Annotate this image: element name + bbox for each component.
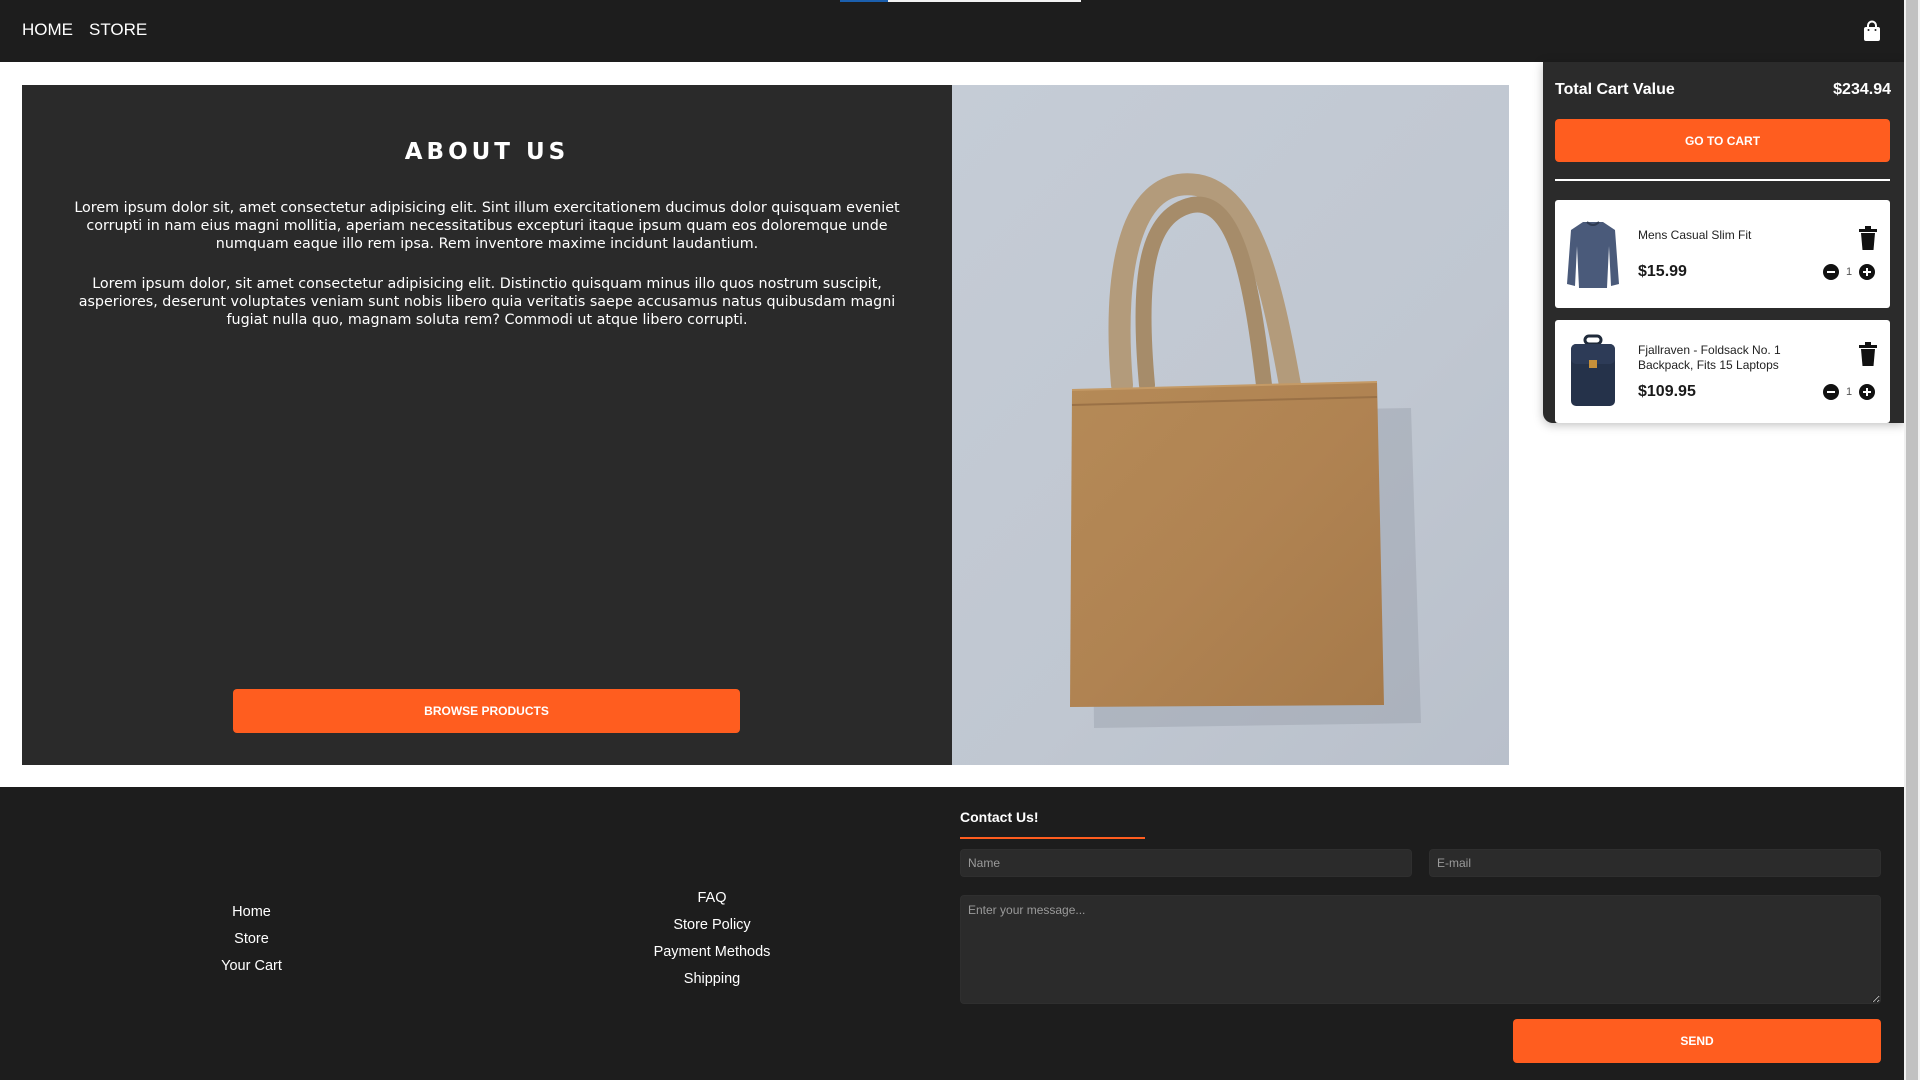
page-scrollbar[interactable]	[1904, 0, 1920, 1080]
footer-link-payment-methods[interactable]: Payment Methods	[512, 939, 912, 966]
tote-bag-image	[952, 85, 1509, 765]
browse-products-button[interactable]: BROWSE PRODUCTS	[233, 689, 740, 733]
about-paragraph-2: Lorem ipsum dolor, sit amet consectetur …	[78, 276, 896, 328]
page-progress-bar	[840, 0, 1081, 2]
contact-title: Contact Us!	[960, 809, 1039, 825]
footer: Home Store Your Cart FAQ Store Policy Pa…	[0, 787, 1904, 1080]
top-navbar: HOME STORE	[0, 0, 1904, 62]
minus-icon[interactable]	[1823, 264, 1839, 280]
about-section: ABOUT US Lorem ipsum dolor sit, amet con…	[22, 85, 952, 765]
email-input[interactable]	[1429, 849, 1881, 877]
footer-link-home[interactable]: Home	[0, 899, 503, 926]
footer-link-store[interactable]: Store	[0, 926, 503, 953]
quantity-stepper: 1	[1823, 264, 1875, 280]
cart-item: Fjallraven - Foldsack No. 1 Backpack, Fi…	[1555, 320, 1890, 423]
shopping-bag-icon[interactable]	[1861, 20, 1883, 42]
cart-total-label: Total Cart Value	[1555, 81, 1675, 98]
shirt-thumbnail	[1565, 216, 1621, 292]
plus-icon[interactable]	[1859, 264, 1875, 280]
quantity-value: 1	[1845, 386, 1853, 398]
nav-links: HOME STORE	[22, 20, 147, 40]
nav-store-link[interactable]: STORE	[89, 20, 147, 40]
nav-home-link[interactable]: HOME	[22, 20, 73, 40]
go-to-cart-button[interactable]: GO TO CART	[1555, 119, 1890, 162]
cart-dropdown: Total Cart Value $234.94 GO TO CART Mens…	[1543, 62, 1904, 423]
send-button[interactable]: SEND	[1513, 1019, 1881, 1063]
footer-link-store-policy[interactable]: Store Policy	[512, 912, 912, 939]
cart-total-value: $234.94	[1833, 81, 1891, 98]
plus-icon[interactable]	[1859, 384, 1875, 400]
footer-link-shipping[interactable]: Shipping	[512, 966, 912, 993]
about-title: ABOUT US	[404, 139, 570, 165]
minus-icon[interactable]	[1823, 384, 1839, 400]
trash-icon[interactable]	[1857, 342, 1879, 366]
footer-info-links: FAQ Store Policy Payment Methods Shippin…	[512, 885, 912, 993]
name-input[interactable]	[960, 849, 1412, 877]
trash-icon[interactable]	[1857, 226, 1879, 250]
backpack-thumbnail	[1565, 334, 1621, 410]
cart-item: Mens Casual Slim Fit $15.99 1	[1555, 200, 1890, 308]
page-progress-fill	[840, 0, 889, 2]
footer-link-cart[interactable]: Your Cart	[0, 953, 503, 980]
cart-item-name: Fjallraven - Foldsack No. 1 Backpack, Fi…	[1638, 343, 1781, 372]
cart-item-name: Mens Casual Slim Fit	[1638, 228, 1752, 242]
footer-link-faq[interactable]: FAQ	[512, 885, 912, 912]
about-paragraph-1: Lorem ipsum dolor sit, amet consectetur …	[74, 200, 900, 252]
scrollbar-thumb[interactable]	[1906, 0, 1918, 1080]
cart-item-price: $15.99	[1638, 263, 1687, 280]
quantity-stepper: 1	[1823, 384, 1875, 400]
quantity-value: 1	[1845, 266, 1853, 278]
message-textarea[interactable]	[960, 895, 1881, 1004]
contact-underline	[960, 837, 1145, 839]
footer-nav-links: Home Store Your Cart	[0, 899, 503, 980]
cart-divider	[1555, 179, 1890, 181]
cart-item-price: $109.95	[1638, 383, 1696, 400]
